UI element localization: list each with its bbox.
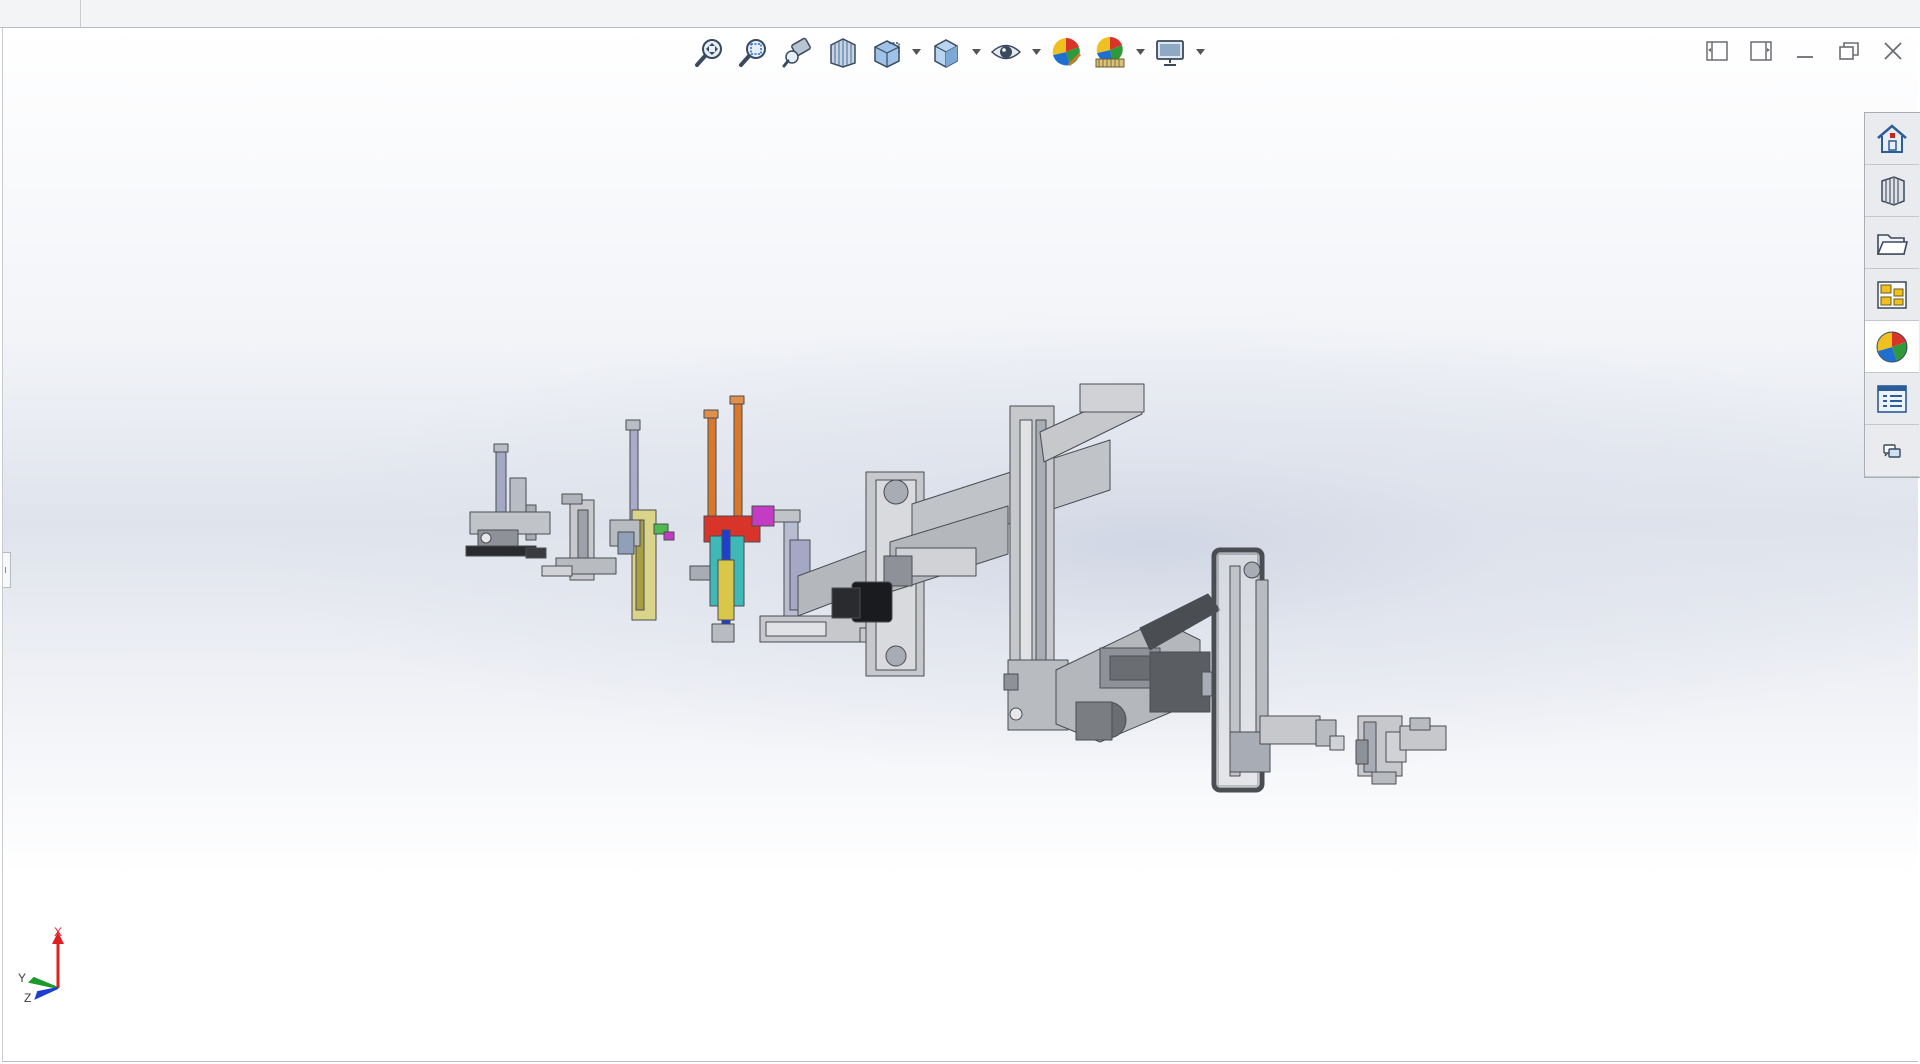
apply-scene-button[interactable]	[1090, 32, 1130, 72]
assembly-module-2	[541, 493, 617, 581]
chevron-down-icon	[1195, 49, 1205, 55]
x-axis-label: X	[54, 926, 62, 939]
zoom-to-area-icon	[739, 39, 766, 67]
feature-tree-collapse-handle[interactable]	[3, 552, 11, 588]
display-style-dropdown[interactable]	[970, 32, 982, 72]
reference-triad: X Y Z	[18, 926, 64, 1005]
assembly-module-3	[609, 419, 675, 621]
task-pane-appearances-tab[interactable]	[1865, 321, 1919, 373]
view-orientation-dropdown[interactable]	[910, 32, 922, 72]
task-pane-view-palette-tab[interactable]	[1865, 269, 1919, 321]
apply-scene-dropdown[interactable]	[1134, 32, 1146, 72]
assembly-module-4	[689, 395, 775, 643]
task-pane-resources-tab[interactable]	[1865, 113, 1919, 165]
zoom-to-area-button[interactable]	[734, 32, 774, 72]
edit-appearance-button[interactable]	[1046, 32, 1086, 72]
hide-show-items-dropdown[interactable]	[1030, 32, 1042, 72]
display-style-button[interactable]	[926, 32, 966, 72]
chevron-down-icon	[1135, 49, 1145, 55]
chevron-down-icon	[971, 49, 981, 55]
view-palette-icon	[1877, 280, 1907, 309]
document-tab[interactable]	[0, 0, 81, 27]
close-icon	[1884, 42, 1902, 60]
view-orientation-icon	[874, 40, 900, 68]
z-axis-arrow	[34, 987, 59, 1000]
zoom-to-fit-icon	[695, 39, 722, 67]
tile-left-button[interactable]	[1700, 34, 1734, 68]
section-view-icon	[830, 38, 856, 68]
file-explorer-icon	[1876, 233, 1909, 255]
design-library-icon	[1881, 175, 1905, 206]
view-settings-icon	[1156, 40, 1184, 66]
assembly-module-6	[831, 439, 1111, 677]
chevron-down-icon	[911, 49, 921, 55]
chevron-down-icon	[1031, 49, 1041, 55]
view-settings-button[interactable]	[1150, 32, 1190, 72]
tile-right-icon	[1750, 41, 1772, 61]
previous-view-button[interactable]	[778, 32, 818, 72]
forum-icon	[1883, 443, 1901, 458]
solidworks-resources-icon	[1877, 123, 1907, 153]
tile-right-button[interactable]	[1744, 34, 1778, 68]
appearances-scenes-icon	[1876, 331, 1908, 362]
minimize-button[interactable]	[1788, 34, 1822, 68]
apply-scene-icon	[1095, 36, 1125, 68]
hide-show-items-button[interactable]	[986, 32, 1026, 72]
window-controls	[1700, 34, 1910, 68]
tile-left-icon	[1706, 41, 1728, 61]
heads-up-view-toolbar	[690, 30, 1206, 74]
hide-show-items-icon	[990, 44, 1022, 60]
section-view-button[interactable]	[822, 32, 862, 72]
zoom-to-fit-button[interactable]	[690, 32, 730, 72]
minimize-icon	[1797, 56, 1813, 58]
assembly-module-8	[1055, 593, 1221, 743]
task-pane-file-explorer-tab[interactable]	[1865, 217, 1919, 269]
custom-properties-icon	[1877, 384, 1907, 413]
y-axis-label: Y	[18, 971, 26, 985]
z-axis-label: Z	[24, 991, 31, 1005]
close-button[interactable]	[1876, 34, 1910, 68]
task-pane	[1864, 112, 1920, 478]
task-pane-design-library-tab[interactable]	[1865, 165, 1919, 217]
view-orientation-button[interactable]	[866, 32, 906, 72]
previous-view-icon	[782, 37, 811, 68]
display-style-icon	[934, 39, 958, 68]
restore-icon	[1839, 42, 1859, 60]
restore-button[interactable]	[1832, 34, 1866, 68]
y-axis-arrow	[27, 976, 59, 989]
edit-appearance-icon	[1052, 38, 1082, 67]
assembly-module-1	[465, 443, 551, 559]
top-strip	[0, 0, 1920, 28]
task-pane-custom-properties-tab[interactable]	[1865, 373, 1919, 425]
view-settings-dropdown[interactable]	[1194, 32, 1206, 72]
assembly-module-9	[1211, 547, 1345, 793]
exploded-assembly-model[interactable]	[460, 380, 1460, 810]
task-pane-forum-tab[interactable]	[1865, 425, 1919, 477]
assembly-module-10	[1355, 715, 1447, 785]
